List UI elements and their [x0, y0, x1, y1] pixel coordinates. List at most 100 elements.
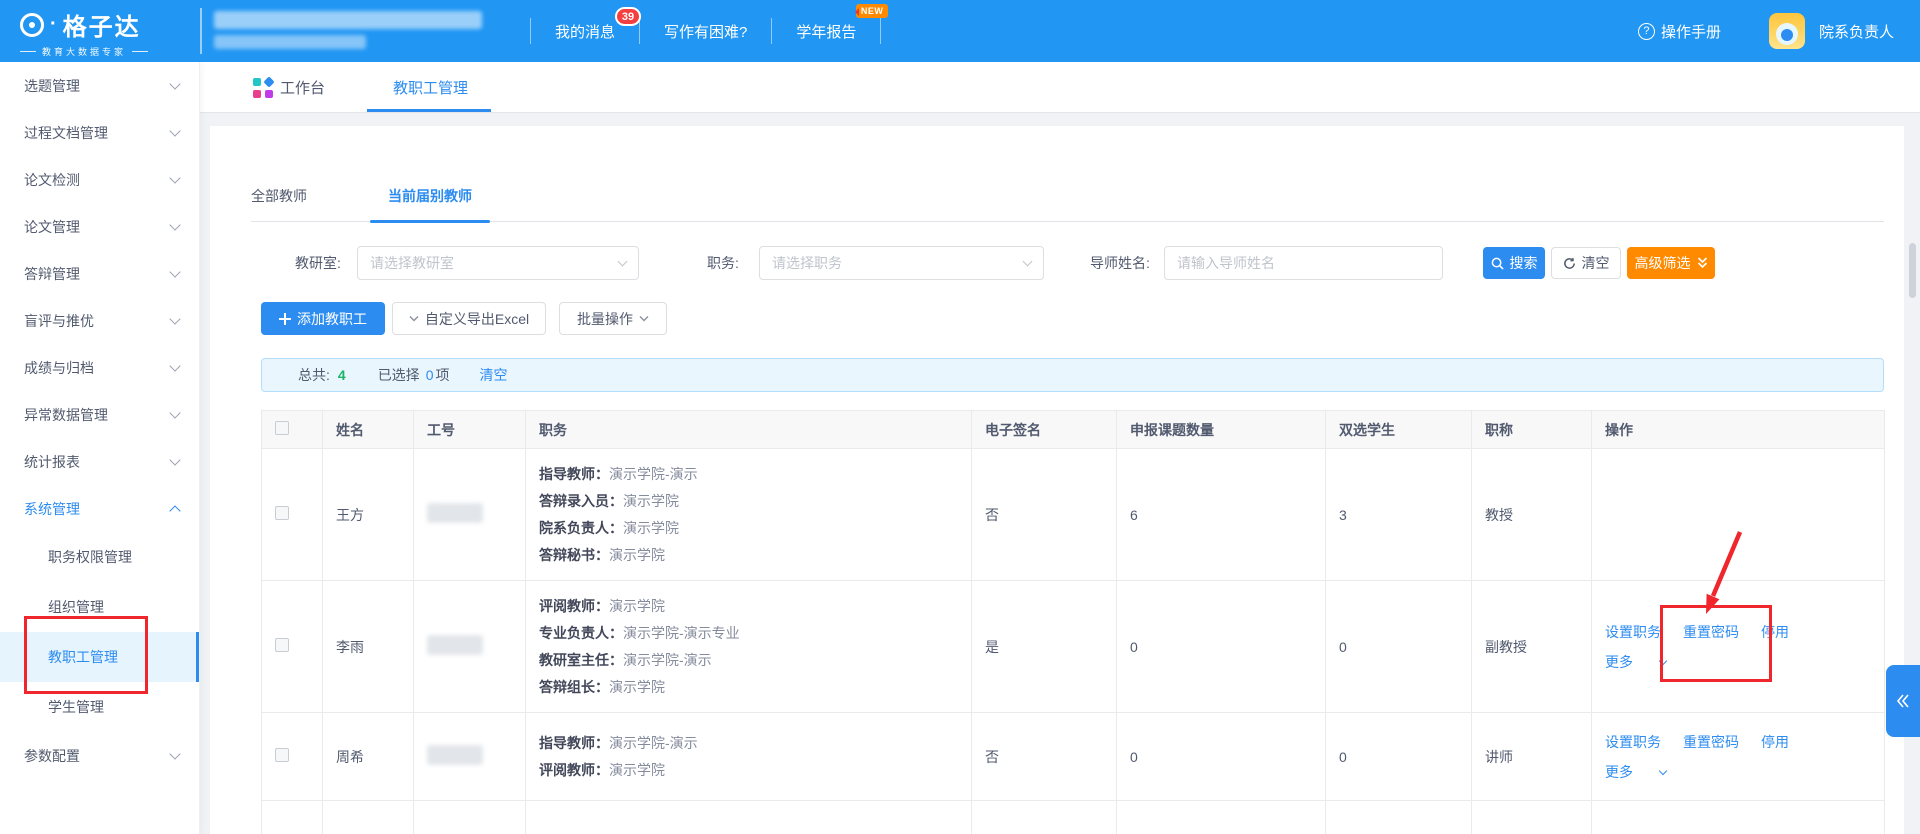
cell-esign: 否 — [972, 713, 1117, 801]
reset-password-link[interactable]: 重置密码 — [1683, 734, 1739, 750]
advanced-filter-label: 高级筛选 — [1635, 253, 1691, 273]
sidebar-item-abnormal-data[interactable]: 异常数据管理 — [0, 391, 199, 438]
col-actions: 操作 — [1592, 411, 1885, 449]
set-position-link[interactable]: 设置职务 — [1605, 624, 1661, 640]
sidebar-subitem-label: 职务权限管理 — [48, 547, 132, 567]
menu-writing-help[interactable]: 写作有困难? — [640, 0, 771, 62]
cell-topics: 0 — [1117, 581, 1326, 713]
position-filter-label: 职务: — [707, 246, 739, 280]
cell-duties: 评阅教师：演示学院 专业负责人：演示学院-演示专业 教研室主任：演示学院-演示 … — [526, 581, 972, 713]
sidebar-subitem-staff-management[interactable]: 教职工管理 — [0, 632, 199, 682]
search-button[interactable]: 搜索 — [1483, 247, 1545, 279]
sidebar-item-system-management[interactable]: 系统管理 — [0, 485, 199, 532]
tutor-name-filter-label: 导师姓名: — [1090, 246, 1150, 280]
row-checkbox[interactable] — [275, 506, 289, 520]
sidebar-item-statistics[interactable]: 统计报表 — [0, 438, 199, 485]
row-checkbox[interactable] — [275, 748, 289, 762]
sidebar-subitem-label: 学生管理 — [48, 697, 104, 717]
add-staff-label: 添加教职工 — [297, 309, 367, 329]
cell-name: 李雨 — [323, 581, 414, 713]
col-esign: 电子签名 — [972, 411, 1117, 449]
staff-id-redacted — [427, 503, 483, 523]
chevron-down-icon — [169, 266, 180, 277]
subtab-current-batch-teachers[interactable]: 当前届别教师 — [370, 170, 490, 222]
add-staff-button[interactable]: 添加教职工 — [261, 302, 385, 335]
export-excel-button[interactable]: 自定义导出Excel — [392, 302, 546, 335]
cell-actions: 设置职务 重置密码 停用 更多 — [1592, 713, 1885, 801]
reset-password-link[interactable]: 重置密码 — [1683, 624, 1739, 640]
tutor-name-input[interactable] — [1164, 246, 1443, 280]
col-topics: 申报课题数量 — [1117, 411, 1326, 449]
disable-link[interactable]: 停用 — [1761, 624, 1789, 640]
sidebar-item-blind-review[interactable]: 盲评与推优 — [0, 297, 199, 344]
annual-report-label: 学年报告 — [796, 21, 856, 42]
position-select-placeholder: 请选择职务 — [772, 253, 1024, 273]
sidebar-item-label: 异常数据管理 — [24, 405, 171, 425]
set-position-link[interactable]: 设置职务 — [1605, 734, 1661, 750]
sidebar-subitem-role-permission[interactable]: 职务权限管理 — [0, 532, 199, 582]
sidebar-item-parameter-config[interactable]: 参数配置 — [0, 732, 199, 779]
scrollbar-thumb[interactable] — [1909, 243, 1916, 298]
sidebar-subitem-organization[interactable]: 组织管理 — [0, 582, 199, 632]
sidebar-item-label: 盲评与推优 — [24, 311, 171, 331]
clear-button[interactable]: 清空 — [1551, 247, 1621, 279]
menu-my-messages[interactable]: 我的消息 39 — [531, 0, 639, 62]
selected-unit: 项 — [435, 365, 449, 385]
chevron-up-icon — [169, 505, 180, 516]
app-header: · 格子达 教育大数据专家 我的消息 39 写作有困难? 学年报告 NEW — [0, 0, 1920, 62]
panel-collapse-handle[interactable] — [1886, 665, 1920, 737]
sidebar-item-paper-management[interactable]: 论文管理 — [0, 203, 199, 250]
tab-workbench[interactable]: 工作台 — [280, 62, 325, 113]
chevron-down-icon — [1659, 766, 1667, 774]
disable-link[interactable]: 停用 — [1761, 734, 1789, 750]
active-tab-underline — [367, 109, 491, 112]
col-title: 职称 — [1472, 411, 1592, 449]
menu-annual-report[interactable]: 学年报告 NEW — [772, 0, 880, 62]
subtab-all-teachers[interactable]: 全部教师 — [251, 170, 307, 222]
subtab-current-label: 当前届别教师 — [388, 186, 472, 206]
sidebar-item-defense-management[interactable]: 答辩管理 — [0, 250, 199, 297]
logo-title: 格子达 — [63, 7, 141, 42]
sidebar-subitem-label: 教职工管理 — [48, 647, 118, 667]
page-tabbar: 工作台 教职工管理 — [200, 62, 1920, 113]
table-row: 李雨 评阅教师：演示学院 专业负责人：演示学院-演示专业 教研室主任：演示学院-… — [262, 581, 1885, 713]
cell-topics: 6 — [1117, 449, 1326, 581]
more-dropdown[interactable]: 更多 — [1605, 757, 1666, 787]
office-select[interactable]: 请选择教研室 — [357, 246, 639, 280]
row-checkbox[interactable] — [275, 638, 289, 652]
chevron-down-icon — [1023, 256, 1033, 266]
position-select[interactable]: 请选择职务 — [759, 246, 1044, 280]
sidebar-item-process-docs[interactable]: 过程文档管理 — [0, 109, 199, 156]
cell-actions: 设置职务 重置密码 停用 更多 — [1592, 581, 1885, 713]
chevron-down-icon — [169, 407, 180, 418]
advanced-filter-button[interactable]: 高级筛选 — [1627, 247, 1715, 279]
selection-summary-bar: 总共: 4 已选择 0 项 清空 — [261, 358, 1884, 392]
chevron-down-icon — [409, 315, 419, 322]
sidebar-item-topic-management[interactable]: 选题管理 — [0, 62, 199, 109]
my-messages-label: 我的消息 — [555, 21, 615, 42]
selected-label: 已选择 — [378, 365, 420, 385]
menu-separator — [880, 18, 881, 44]
export-excel-label: 自定义导出Excel — [425, 309, 529, 329]
clear-selection-link[interactable]: 清空 — [479, 365, 507, 385]
avatar[interactable] — [1769, 13, 1805, 49]
sidebar-item-label: 论文检测 — [24, 170, 171, 190]
search-icon — [1491, 257, 1504, 270]
sidebar: 选题管理 过程文档管理 论文检测 论文管理 答辩管理 盲评与推优 成绩与归档 异… — [0, 62, 200, 834]
more-dropdown[interactable]: 更多 — [1605, 647, 1666, 677]
sidebar-item-paper-check[interactable]: 论文检测 — [0, 156, 199, 203]
staff-table: 姓名 工号 职务 电子签名 申报课题数量 双选学生 职称 操作 王方 指导教师：… — [261, 410, 1885, 834]
workbench-grid-icon — [253, 78, 273, 98]
tab-staff-management[interactable]: 教职工管理 — [393, 62, 468, 113]
manual-link[interactable]: 操作手册 — [1638, 21, 1721, 42]
sidebar-subitem-student-management[interactable]: 学生管理 — [0, 682, 199, 732]
chevron-down-icon — [169, 313, 180, 324]
batch-operation-label: 批量操作 — [577, 309, 633, 329]
sidebar-item-grades-archive[interactable]: 成绩与归档 — [0, 344, 199, 391]
total-label: 总共: — [298, 365, 330, 385]
user-role[interactable]: 院系负责人 — [1819, 21, 1894, 42]
batch-operation-button[interactable]: 批量操作 — [559, 302, 667, 335]
logo-dash-left — [20, 51, 36, 52]
chevron-down-icon — [169, 125, 180, 136]
select-all-checkbox[interactable] — [275, 421, 289, 435]
